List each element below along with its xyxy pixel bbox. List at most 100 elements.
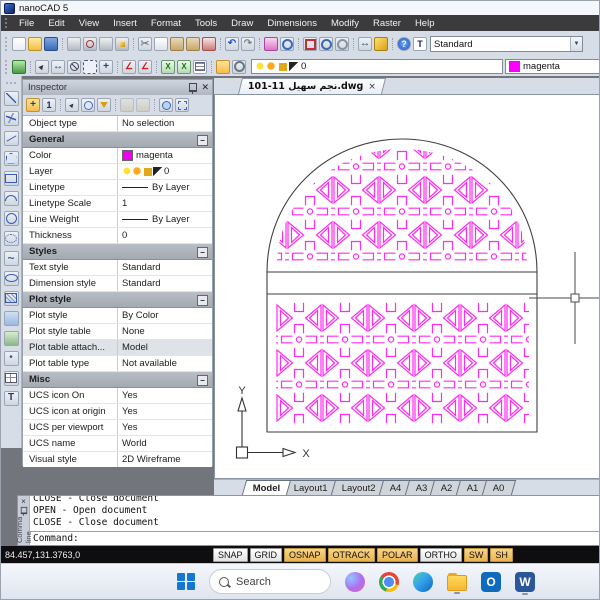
property-row[interactable]: Plot table attach... Model xyxy=(23,340,212,356)
create-selection-icon[interactable] xyxy=(26,98,40,112)
property-row[interactable]: Plot style By Color xyxy=(23,308,212,324)
polyline-tool-icon[interactable] xyxy=(3,110,19,126)
region-tool-icon[interactable] xyxy=(3,310,19,326)
status-toggle-button[interactable]: POLAR xyxy=(377,547,418,562)
excel-import-icon[interactable] xyxy=(161,59,175,74)
property-row[interactable]: Plot table type Not available xyxy=(23,356,212,372)
chrome-icon[interactable] xyxy=(379,571,399,592)
tab-close-icon[interactable]: × xyxy=(368,82,376,92)
menu-item[interactable]: Raster xyxy=(366,18,408,29)
menu-item[interactable]: File xyxy=(12,18,41,29)
property-row[interactable]: Line Weight By Layer xyxy=(23,212,212,228)
menu-item[interactable]: Tools xyxy=(188,18,224,29)
property-row[interactable]: UCS per viewport Yes xyxy=(23,420,212,436)
property-row[interactable]: General xyxy=(23,132,212,148)
menu-item[interactable]: Modify xyxy=(324,18,366,29)
snap-tracking-icon[interactable] xyxy=(99,59,113,74)
property-row[interactable]: Layer 0 xyxy=(23,164,212,180)
quick-select-icon[interactable] xyxy=(159,98,173,112)
command-input[interactable]: Command: xyxy=(30,531,599,545)
property-row[interactable]: Linetype By Layer xyxy=(23,180,212,196)
property-row[interactable]: UCS icon On Yes xyxy=(23,388,212,404)
notes-active-icon[interactable] xyxy=(216,59,230,74)
zoom-window-icon[interactable] xyxy=(303,37,317,51)
property-row[interactable]: Plot style table None xyxy=(23,324,212,340)
angle-tool2-icon[interactable] xyxy=(138,59,152,74)
property-row[interactable]: Plot style xyxy=(23,292,212,308)
plot-settings-icon[interactable] xyxy=(115,37,129,51)
outlook-icon[interactable]: O xyxy=(481,571,501,592)
copy-properties-icon[interactable] xyxy=(120,98,134,112)
chevron-down-icon[interactable]: ▼ xyxy=(570,37,582,51)
layout-tab[interactable]: A0 xyxy=(481,480,516,495)
undo-icon[interactable] xyxy=(225,37,239,51)
selection-rectangle-icon[interactable] xyxy=(83,59,97,74)
zoom-out-icon[interactable] xyxy=(335,37,349,51)
drawing-canvas[interactable]: Y X xyxy=(214,94,599,479)
property-row[interactable]: UCS name World xyxy=(23,436,212,452)
color-combo[interactable]: magenta xyxy=(505,59,599,74)
pin-icon[interactable] xyxy=(20,506,27,516)
layer-combo[interactable]: 0 xyxy=(251,59,503,74)
rectangle-tool-icon[interactable] xyxy=(3,170,19,186)
publish-icon[interactable] xyxy=(99,37,113,51)
cut-icon[interactable] xyxy=(138,37,152,51)
objects-count-icon[interactable] xyxy=(42,98,56,112)
angle-tool-icon[interactable] xyxy=(122,59,136,74)
hatch-tool-icon[interactable] xyxy=(3,290,19,306)
table-edit-icon[interactable] xyxy=(193,59,207,74)
text-tool-icon[interactable] xyxy=(3,390,19,406)
menu-item[interactable]: Format xyxy=(144,18,188,29)
taskbar-search[interactable]: Search xyxy=(209,569,331,594)
line-tool-icon[interactable] xyxy=(3,90,19,106)
search-zoom-icon[interactable] xyxy=(232,59,246,74)
edge-icon[interactable] xyxy=(413,571,433,592)
print-preview-icon[interactable] xyxy=(83,37,97,51)
word-icon[interactable]: W xyxy=(515,571,535,592)
property-row[interactable]: Misc xyxy=(23,372,212,388)
status-toggle-button[interactable]: SW xyxy=(463,547,489,562)
paste-properties-icon[interactable] xyxy=(136,98,150,112)
status-toggle-button[interactable]: GRID xyxy=(249,547,283,562)
section-collapse-button[interactable] xyxy=(197,295,208,306)
menu-item[interactable]: Draw xyxy=(224,18,260,29)
compass-icon[interactable] xyxy=(67,59,81,74)
select-cursor-icon[interactable] xyxy=(35,59,49,74)
property-row[interactable]: UCS icon at origin Yes xyxy=(23,404,212,420)
property-row[interactable]: Dimension style Standard xyxy=(23,276,212,292)
text-style-manager-icon[interactable] xyxy=(413,37,427,51)
close-icon[interactable]: × xyxy=(21,497,26,506)
menu-item[interactable]: Dimensions xyxy=(260,18,324,29)
revision-cloud-tool-icon[interactable] xyxy=(3,230,19,246)
spline-tool-icon[interactable] xyxy=(3,250,19,266)
status-toggle-button[interactable]: OTRACK xyxy=(327,547,376,562)
pin-icon[interactable] xyxy=(189,83,198,94)
close-icon[interactable]: ✕ xyxy=(201,83,209,92)
save-icon[interactable] xyxy=(44,37,58,51)
excel-export-icon[interactable] xyxy=(177,59,191,74)
format-painter-icon[interactable] xyxy=(202,37,216,51)
polygon-tool-icon[interactable] xyxy=(3,150,19,166)
image-tool-icon[interactable] xyxy=(3,330,19,346)
edit-pencil-icon[interactable] xyxy=(374,37,388,51)
section-collapse-button[interactable] xyxy=(197,135,208,146)
new-document-icon[interactable] xyxy=(12,37,26,51)
zoom-dynamic-icon[interactable] xyxy=(280,37,294,51)
document-tab[interactable]: 101-11 نجم سهيل.dwg × xyxy=(238,78,387,94)
status-toggle-button[interactable]: ORTHO xyxy=(419,547,462,562)
property-row[interactable]: Linetype Scale 1 xyxy=(23,196,212,212)
paste-icon[interactable] xyxy=(170,37,184,51)
arc-tool-icon[interactable] xyxy=(3,190,19,206)
fit-view-icon[interactable] xyxy=(358,37,372,51)
property-row[interactable]: Color magenta xyxy=(23,148,212,164)
menu-item[interactable]: Help xyxy=(408,18,442,29)
property-row[interactable]: Text style Standard xyxy=(23,260,212,276)
file-explorer-icon[interactable] xyxy=(447,573,467,591)
select-cycle-icon[interactable] xyxy=(81,98,95,112)
menu-item[interactable]: Insert xyxy=(106,18,144,29)
property-row[interactable]: Thickness 0 xyxy=(23,228,212,244)
layout-tab[interactable]: Model xyxy=(241,480,292,495)
quick-measure-icon[interactable] xyxy=(51,59,65,74)
command-output[interactable]: CLOSE - Close document OPEN - Open docume… xyxy=(30,496,599,545)
paste-special-icon[interactable] xyxy=(186,37,200,51)
